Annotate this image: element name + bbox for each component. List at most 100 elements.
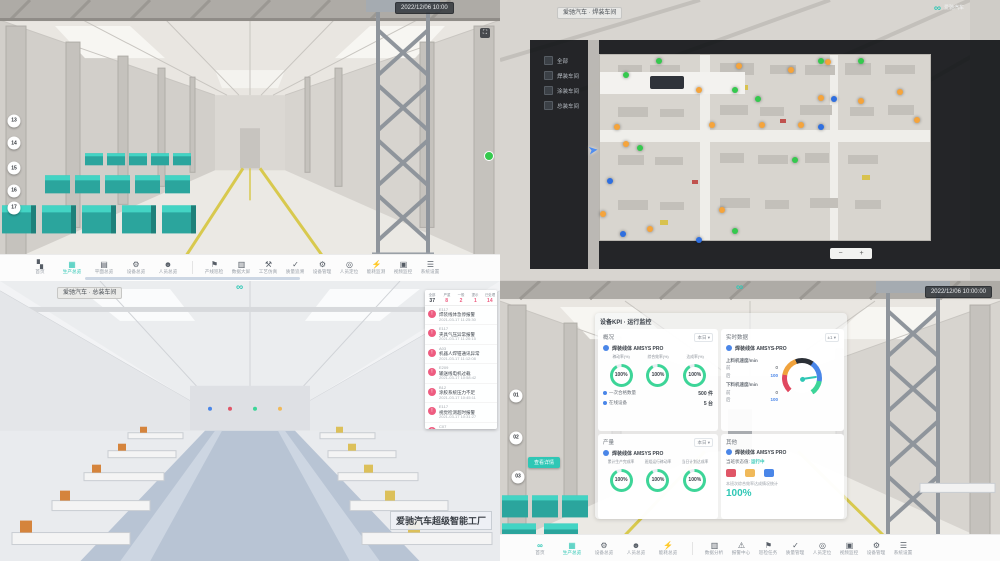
map-poi-dot[interactable] <box>607 178 613 184</box>
map-poi-dot[interactable] <box>656 58 662 64</box>
toolbar-item[interactable]: ▥ 数据大屏 <box>228 256 255 280</box>
locate-plane-icon[interactable]: ➤ <box>587 142 599 157</box>
alarm-tab[interactable]: 一般 2 <box>454 292 468 304</box>
checkbox-icon[interactable] <box>544 56 553 65</box>
toolbar-item[interactable]: ☻ 人员总览 <box>152 256 184 280</box>
map-poi-dot[interactable] <box>732 87 738 93</box>
hotspot-marker[interactable]: 02 <box>510 431 523 444</box>
zoom-in-button[interactable]: + <box>856 248 866 259</box>
map-poi-dot[interactable] <box>818 124 824 130</box>
toolbar-item[interactable]: ∞ 首页 <box>524 536 556 560</box>
layer-menu-item[interactable]: 总装车间 <box>544 101 579 110</box>
map-poi-dot[interactable] <box>759 122 765 128</box>
alarm-tab[interactable]: 已处理 14 <box>483 292 497 304</box>
hotspot-marker[interactable]: 14 <box>8 137 21 150</box>
map-poi-dot[interactable] <box>637 145 643 151</box>
map-poi-dot[interactable] <box>620 231 626 237</box>
toolbar-item[interactable]: ▦ 生产总览 <box>56 256 88 280</box>
alarm-list-item[interactable]: ! E117 视觉检测超时报警 2021-03-17 10:31:27 <box>425 403 497 423</box>
workshop-chip[interactable]: 爱驰汽车 · 总装车间 <box>57 287 122 299</box>
map-poi-dot[interactable] <box>696 87 702 93</box>
alarm-list-item[interactable]: ! E117 夹具气压异常报警 2021-03-17 11:20:15 <box>425 325 497 345</box>
map-poi-dot[interactable] <box>719 207 725 213</box>
workshop-chip[interactable]: 爱驰汽车 · 焊装车间 <box>557 7 622 19</box>
toolbar-item[interactable]: ▦ 生产总览 <box>556 536 588 560</box>
toolbar-item[interactable]: ☻ 人员总览 <box>620 536 652 560</box>
alarm-tab[interactable]: 全部 37 <box>425 292 439 304</box>
map-poi-dot[interactable] <box>623 72 629 78</box>
toolbar-item[interactable]: ⚙ 设备管理 <box>309 256 336 280</box>
map-poi-dot[interactable] <box>818 58 824 64</box>
map-poi-dot[interactable] <box>798 122 804 128</box>
toolbar-item[interactable]: ▤ 平面总览 <box>88 256 120 280</box>
toolbar-item[interactable]: ▥ 数据分析 <box>701 536 728 560</box>
map-poi-dot[interactable] <box>825 59 831 65</box>
view-detail-button[interactable]: 查看详情 <box>528 457 560 468</box>
toolbar-item[interactable]: ⚡ 能耗总览 <box>652 536 684 560</box>
alarm-tab[interactable]: 严重 8 <box>439 292 453 304</box>
toolbar-item[interactable]: ▚ 首页 <box>24 256 56 280</box>
layer-menu-item[interactable]: 焊装车间 <box>544 71 579 80</box>
blue-status-icon[interactable] <box>764 469 774 477</box>
hotspot-marker[interactable]: 13 <box>8 114 21 127</box>
toolbar-item[interactable]: ▣ 视频监控 <box>390 256 417 280</box>
map-poi-dot[interactable] <box>709 122 715 128</box>
toolbar-item[interactable]: ⚒ 工艺仿真 <box>255 256 282 280</box>
toolbar-item[interactable]: ◎ 人员定位 <box>809 536 836 560</box>
alarm-list-item[interactable]: ! E209 输送线电机过载 2021-03-17 10:58:42 <box>425 364 497 384</box>
floor-plan[interactable]: ➤ <box>600 55 930 240</box>
map-poi-dot[interactable] <box>614 124 620 130</box>
alarm-list-item[interactable]: ! C07 PLC连接中断 2021-03-17 10:18:55 <box>425 423 497 429</box>
map-poi-dot[interactable] <box>647 226 653 232</box>
toolbar-scrollbar[interactable] <box>85 277 300 280</box>
hotspot-marker[interactable]: 17 <box>8 201 21 214</box>
checkbox-icon[interactable] <box>544 101 553 110</box>
map-poi-dot[interactable] <box>736 63 742 69</box>
toolbar-item[interactable]: ⚑ 产线巡检 <box>201 256 228 280</box>
toolbar-item[interactable]: ⚠ 报警中心 <box>728 536 755 560</box>
toolbar-item[interactable]: ✓ 质量追溯 <box>282 256 309 280</box>
checkbox-icon[interactable] <box>544 71 553 80</box>
map-poi-dot[interactable] <box>831 96 837 102</box>
yellow-status-icon[interactable] <box>745 469 755 477</box>
layer-menu-item[interactable]: 全部 <box>544 56 579 65</box>
map-poi-dot[interactable] <box>792 157 798 163</box>
map-poi-dot[interactable] <box>914 117 920 123</box>
map-poi-dot[interactable] <box>600 211 606 217</box>
toolbar-item[interactable]: ⚙ 设备总览 <box>588 536 620 560</box>
map-poi-dot[interactable] <box>755 96 761 102</box>
toolbar-item[interactable]: ☰ 系统设置 <box>890 536 917 560</box>
toolbar-item[interactable]: ⚑ 巡检任务 <box>755 536 782 560</box>
map-poi-dot[interactable] <box>858 58 864 64</box>
alarm-list-item[interactable]: ! E117 焊装线体急停报警 2021-03-17 11:25:30 <box>425 306 497 326</box>
toolbar-item[interactable]: ⚙ 设备管理 <box>863 536 890 560</box>
hotspot-marker[interactable]: 15 <box>8 162 21 175</box>
toolbar-item[interactable]: ▣ 视频监控 <box>836 536 863 560</box>
toolbar-item[interactable]: ⚙ 设备总览 <box>120 256 152 280</box>
red-status-icon[interactable] <box>726 469 736 477</box>
map-poi-dot[interactable] <box>818 95 824 101</box>
map-poi-dot[interactable] <box>788 67 794 73</box>
donut-ring: 100% <box>683 364 706 387</box>
hotspot-marker[interactable]: 01 <box>510 389 523 402</box>
toolbar-item[interactable]: ☰ 系统设置 <box>417 256 444 280</box>
map-poi-dot[interactable] <box>732 228 738 234</box>
hotspot-marker[interactable]: 03 <box>512 470 525 483</box>
toolbar-item[interactable]: ⚡ 能耗监测 <box>363 256 390 280</box>
toolbar-item[interactable]: ◎ 人员定位 <box>336 256 363 280</box>
map-poi-dot[interactable] <box>897 89 903 95</box>
map-poi-dot[interactable] <box>623 141 629 147</box>
range-dropdown[interactable]: 本日 ▾ <box>694 438 713 447</box>
checkbox-icon[interactable] <box>544 86 553 95</box>
toolbar-item[interactable]: ✓ 质量管理 <box>782 536 809 560</box>
range-dropdown[interactable]: 本日 ▾ <box>694 333 713 342</box>
range-dropdown[interactable]: ±1 ▾ <box>825 333 839 342</box>
layer-menu-item[interactable]: 涂装车间 <box>544 86 579 95</box>
alarm-tab[interactable]: 提示 1 <box>468 292 482 304</box>
alarm-list-item[interactable]: ! B12 涂胶系统压力不足 2021-03-17 10:45:11 <box>425 384 497 404</box>
map-poi-dot[interactable] <box>696 237 702 243</box>
map-poi-dot[interactable] <box>858 98 864 104</box>
zoom-out-button[interactable]: − <box>835 248 845 259</box>
hotspot-marker[interactable]: 16 <box>8 184 21 197</box>
alarm-list-item[interactable]: ! A03 机器人焊钳通讯异常 2021-03-17 11:12:08 <box>425 345 497 365</box>
